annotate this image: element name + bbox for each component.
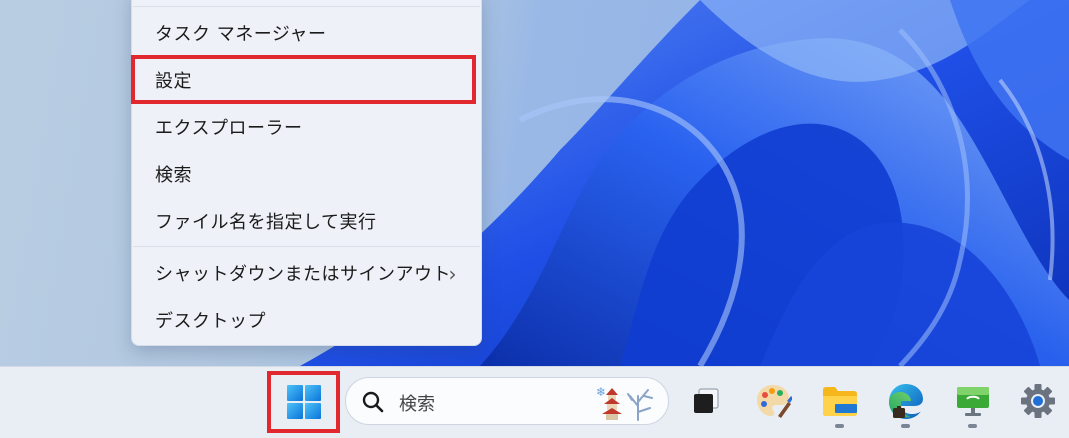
menu-item-run[interactable]: ファイル名を指定して実行	[132, 198, 481, 244]
running-indicator	[835, 424, 844, 428]
menu-item-label: デスクトップ	[155, 311, 266, 332]
remote-desktop-button[interactable]	[953, 381, 993, 421]
paint-icon	[757, 385, 792, 418]
settings-button[interactable]	[1018, 381, 1058, 421]
settings-gear-icon	[1021, 384, 1055, 418]
menu-item-search[interactable]: 検索	[132, 151, 481, 197]
start-button-highlight-box	[267, 371, 340, 433]
file-explorer-icon	[823, 387, 857, 416]
menu-item-label: シャットダウンまたはサインアウト	[155, 264, 451, 285]
menu-item-label: 検索	[155, 165, 192, 186]
settings-highlight-box	[131, 55, 476, 104]
search-placeholder: 検索	[399, 394, 435, 415]
running-indicator	[968, 424, 977, 428]
edge-icon	[889, 384, 923, 419]
running-indicator	[901, 424, 910, 428]
menu-item-task-manager[interactable]: タスク マネージャー	[132, 10, 481, 56]
menu-item-file-explorer[interactable]: エクスプローラー	[132, 104, 481, 150]
search-icon	[362, 391, 384, 413]
task-view-icon	[694, 388, 719, 413]
search-highlight-art-icon: ❄	[596, 385, 653, 421]
menu-item-label: タスク マネージャー	[155, 24, 327, 45]
menu-separator	[133, 246, 480, 247]
menu-item-desktop[interactable]: デスクトップ	[132, 297, 481, 343]
menu-item-label: ファイル名を指定して実行	[155, 212, 377, 233]
svg-text:❄: ❄	[596, 385, 606, 399]
file-explorer-button[interactable]	[820, 381, 860, 421]
taskbar-search-box[interactable]: 検索 ❄	[345, 377, 669, 425]
menu-item-label: エクスプローラー	[155, 118, 303, 139]
start-context-menu: タスク マネージャー 設定 エクスプローラー 検索 ファイル名を指定して実行 シ…	[131, 0, 482, 346]
edge-button[interactable]	[886, 381, 926, 421]
menu-separator	[133, 6, 480, 7]
paint-button[interactable]	[753, 381, 793, 421]
chevron-right-icon: ›	[448, 262, 457, 286]
task-view-button[interactable]	[686, 381, 726, 421]
remote-desktop-icon	[957, 387, 989, 416]
menu-item-shutdown-signout[interactable]: シャットダウンまたはサインアウト ›	[132, 250, 481, 296]
